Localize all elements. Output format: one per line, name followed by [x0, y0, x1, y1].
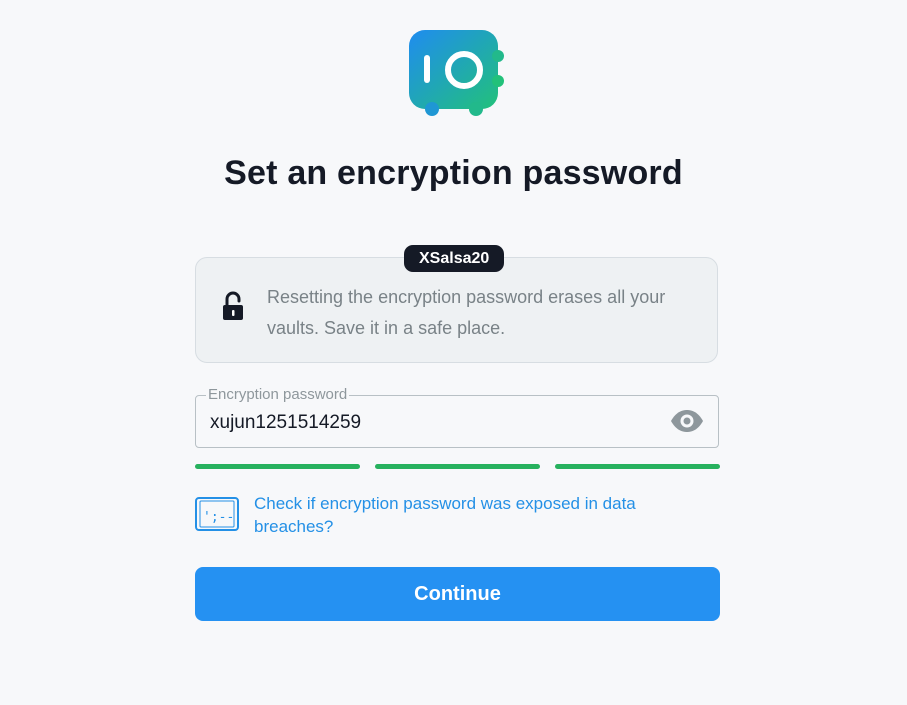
strength-segment — [555, 464, 720, 469]
encryption-badge: XSalsa20 — [404, 245, 505, 272]
unlock-icon — [222, 291, 246, 321]
breach-check-text[interactable]: Check if encryption password was exposed… — [254, 492, 684, 538]
vault-logo-icon — [408, 30, 506, 116]
page-title: Set an encryption password — [224, 154, 683, 192]
eye-icon[interactable] — [670, 409, 704, 433]
password-input[interactable] — [210, 410, 650, 436]
strength-segment — [375, 464, 540, 469]
password-strength-meter — [195, 464, 720, 469]
encryption-password-field[interactable]: Encryption password — [195, 386, 719, 448]
breach-check-link[interactable]: ';-- Check if encryption password was ex… — [195, 492, 720, 540]
info-box: Resetting the encryption password erases… — [195, 257, 718, 363]
continue-button[interactable]: Continue — [195, 567, 720, 621]
password-label: Encryption password — [206, 386, 350, 404]
svg-text:';--: ';-- — [203, 510, 234, 525]
info-text: Resetting the encryption password erases… — [267, 287, 666, 338]
strength-segment — [195, 464, 360, 469]
terminal-icon: ';-- — [195, 497, 239, 531]
